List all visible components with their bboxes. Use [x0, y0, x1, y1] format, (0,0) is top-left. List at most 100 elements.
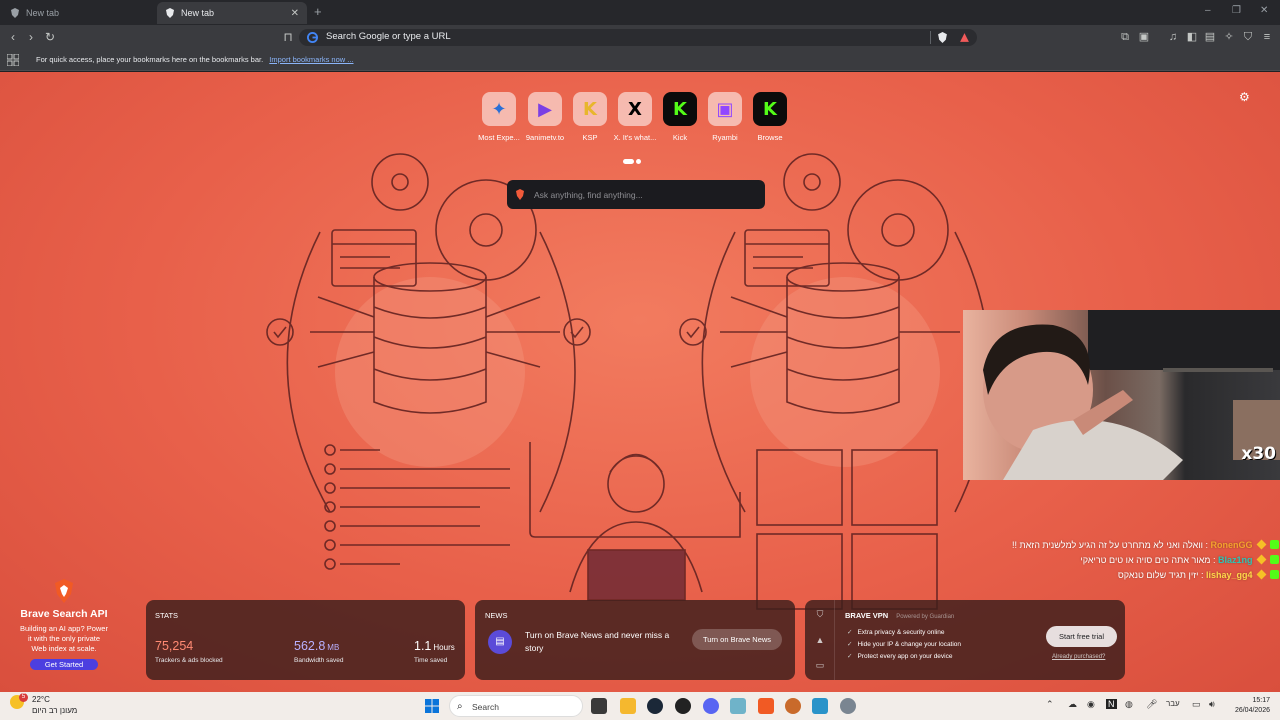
network-icon[interactable]: ▭: [1192, 699, 1201, 710]
settings-icon[interactable]: [840, 698, 856, 714]
pager-dot[interactable]: [636, 159, 641, 165]
maximize-button[interactable]: ❐: [1232, 5, 1241, 16]
tab-new-tab-2[interactable]: New tab ✕: [157, 2, 307, 24]
tray-app-icon[interactable]: ◉: [1087, 699, 1095, 710]
stream-chat: RonenGG : וואלה ואני לא מתחרט על זה הגיע…: [997, 539, 1279, 584]
taskbar-search[interactable]: ⌕ Search: [449, 695, 583, 717]
reload-icon[interactable]: ↻: [43, 30, 57, 44]
taskbar-search-label: Search: [472, 702, 499, 712]
tab-new-tab-1[interactable]: New tab: [2, 2, 152, 24]
leo-ai-icon[interactable]: ✧: [1222, 30, 1236, 44]
vpn-powered-by: Powered by Guardian: [896, 614, 955, 620]
stat-value: 562.8: [294, 639, 326, 653]
top-site-tile[interactable]: K KSP: [567, 92, 613, 142]
task-view-icon[interactable]: [591, 698, 607, 714]
pager-dot-active[interactable]: [623, 159, 634, 165]
address-text: Search Google or type a URL: [326, 31, 451, 42]
api-description: Building an AI app? Power it with the on…: [8, 624, 120, 654]
media-icon[interactable]: ♫: [1166, 30, 1180, 44]
bookmark-icon[interactable]: ⊓: [281, 30, 295, 44]
omnibox-separator: [930, 31, 931, 44]
clock[interactable]: 15:17 26/04/2026: [1226, 696, 1270, 716]
site-label: Ryambi: [712, 133, 738, 142]
chat-message: lishay_gg4 : יזין תגיד שלום טנאקס: [997, 569, 1279, 581]
talk-icon[interactable]: ▭: [815, 660, 825, 670]
game-icon[interactable]: [785, 698, 801, 714]
steam-icon[interactable]: [647, 698, 663, 714]
vpn-feature: Hide your IP & change your location: [847, 640, 961, 648]
api-title: Brave Search API: [20, 608, 108, 620]
back-icon[interactable]: ‹: [6, 30, 20, 44]
minimize-button[interactable]: –: [1205, 5, 1211, 16]
volume-icon[interactable]: 🔊︎: [1209, 699, 1215, 710]
address-bar[interactable]: Search Google or type a URL: [299, 29, 977, 46]
brave-search-api-promo: Brave Search API Building an AI app? Pow…: [8, 579, 120, 672]
app-icon[interactable]: [730, 698, 746, 714]
top-sites-pager[interactable]: [623, 153, 643, 171]
extensions-icon[interactable]: ⧉: [1118, 30, 1132, 44]
tab-label: New tab: [181, 8, 215, 18]
top-site-tile[interactable]: K Kick: [657, 92, 703, 142]
site-icon: X: [618, 92, 652, 126]
obs-icon[interactable]: [675, 698, 691, 714]
forward-icon[interactable]: ›: [24, 30, 38, 44]
apps-grid-icon[interactable]: [7, 54, 19, 66]
weather-temp: 22°C: [32, 695, 50, 704]
microphone-icon[interactable]: 🎤︎: [1146, 699, 1157, 710]
site-icon: K: [753, 92, 787, 126]
menu-icon[interactable]: ≡: [1260, 30, 1274, 44]
kick-badge-icon: [1270, 540, 1279, 549]
sidebar-icon[interactable]: ◧: [1185, 30, 1199, 44]
discord-icon[interactable]: [703, 698, 719, 714]
site-label: Kick: [672, 133, 688, 142]
brave-rewards-icon[interactable]: [959, 32, 970, 43]
start-free-trial-button[interactable]: Start free trial: [1046, 626, 1117, 647]
top-site-tile[interactable]: ▣ Ryambi: [702, 92, 748, 142]
tray-app-icon[interactable]: N: [1106, 699, 1117, 709]
already-purchased-link[interactable]: Already purchased?: [1052, 654, 1105, 660]
news-text: Turn on Brave News and never miss a stor…: [525, 630, 670, 653]
weather-badge: 5: [19, 693, 28, 702]
new-tab-button[interactable]: +: [314, 4, 322, 19]
close-window-button[interactable]: ✕: [1260, 5, 1268, 16]
import-bookmarks-link[interactable]: Import bookmarks now ...: [269, 55, 353, 64]
chat-text: מאור אתה טים סויה או טים טריאקי: [1080, 555, 1211, 565]
turn-on-news-button[interactable]: Turn on Brave News: [692, 629, 782, 650]
webcam-overlay: x30: [963, 310, 1280, 480]
get-started-button[interactable]: Get Started: [30, 659, 98, 670]
top-site-tile[interactable]: K Browse: [747, 92, 793, 142]
tray-overflow-icon[interactable]: ⌃: [1046, 699, 1054, 710]
rewards-triangle-icon[interactable]: ▲: [815, 635, 825, 645]
settings-gear-icon[interactable]: ⚙: [1239, 91, 1251, 103]
top-site-tile[interactable]: ▶ 9animetv.to: [522, 92, 568, 142]
bookmarks-bar: For quick access, place your bookmarks h…: [0, 50, 1280, 71]
file-explorer-icon[interactable]: [620, 698, 636, 714]
vpn-icon[interactable]: ⛉: [1241, 30, 1255, 44]
stream-overlay-text: x30: [1241, 444, 1276, 464]
vpn-feature: Extra privacy & security online: [847, 628, 961, 636]
search-placeholder: Ask anything, find anything...: [534, 190, 643, 200]
brave-shields-icon[interactable]: [937, 32, 948, 43]
tray-app-icon[interactable]: ☁: [1068, 699, 1077, 710]
language-indicator[interactable]: עבר: [1166, 699, 1180, 708]
subscriber-badge-icon: [1256, 539, 1267, 550]
site-icon: K: [663, 92, 697, 126]
feather-app-icon[interactable]: [812, 698, 828, 714]
windows-start-icon[interactable]: [424, 698, 440, 714]
top-site-tile[interactable]: ✦ Most Expe...: [476, 92, 522, 142]
top-site-tile[interactable]: X X. It's what...: [612, 92, 658, 142]
card-switcher: ⛉ ▲ ▭: [805, 600, 835, 680]
screenshot-icon[interactable]: ▣: [1137, 30, 1151, 44]
close-tab-icon[interactable]: ✕: [291, 8, 299, 19]
news-card: NEWS ▤ Turn on Brave News and never miss…: [475, 600, 795, 680]
vpn-header: BRAVE VPN Powered by Guardian: [845, 611, 954, 620]
brave-lion-icon: [55, 579, 73, 603]
brave-icon[interactable]: [758, 698, 774, 714]
brave-lion-icon: [516, 189, 524, 200]
site-label: X. It's what...: [613, 133, 657, 142]
ntp-search-box[interactable]: Ask anything, find anything...: [507, 180, 765, 209]
stats-card: STATS 75,254 Trackers & ads blocked 562.…: [146, 600, 465, 680]
wallet-icon[interactable]: ▤: [1203, 30, 1217, 44]
vpn-shield-icon[interactable]: ⛉: [815, 609, 825, 619]
tray-app-icon[interactable]: ◍: [1125, 699, 1133, 710]
